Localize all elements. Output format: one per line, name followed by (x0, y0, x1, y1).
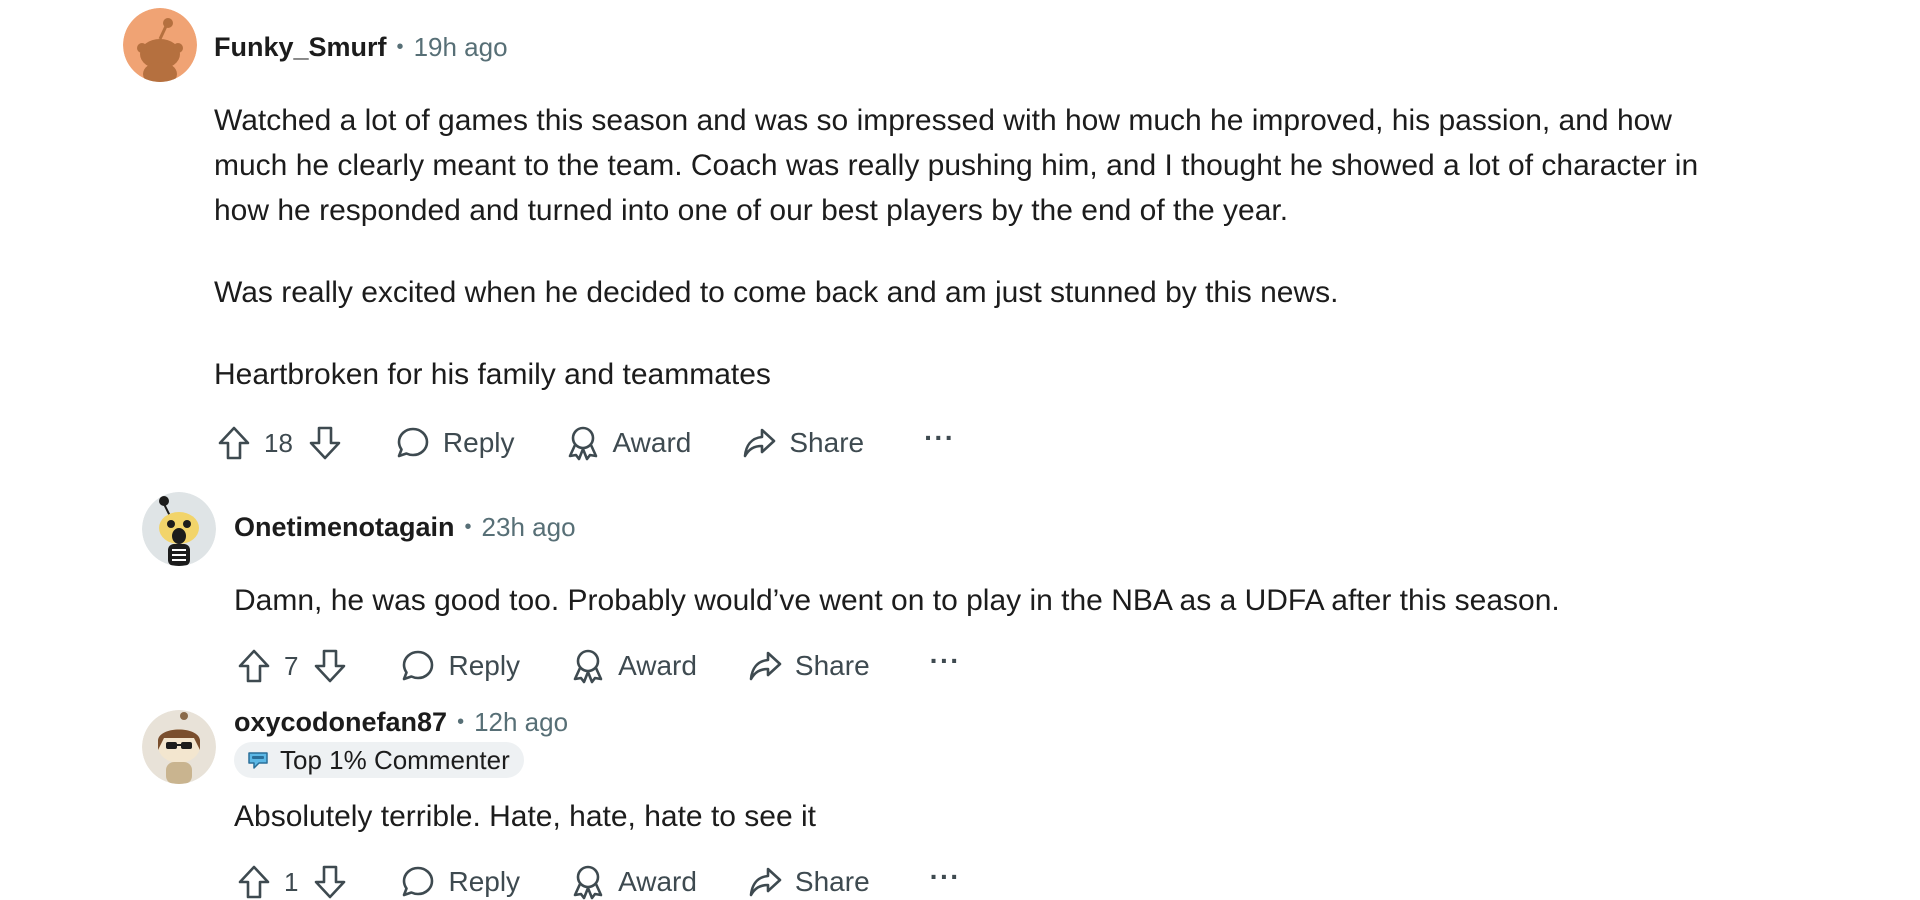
award-button[interactable]: Award (565, 425, 692, 461)
timestamp[interactable]: 12h ago (474, 707, 568, 738)
share-arrow-icon (744, 428, 776, 458)
username[interactable]: Funky_Smurf (214, 32, 387, 63)
avatar[interactable] (142, 492, 216, 566)
speech-bubble-icon (397, 427, 429, 458)
comment-paragraph: Watched a lot of games this season and w… (214, 104, 1699, 227)
more-options-button[interactable]: ··· (924, 424, 955, 458)
avatar[interactable] (123, 8, 197, 82)
upvote-arrow-icon (218, 426, 250, 460)
comment-paragraph: Heartbroken for his family and teammates (214, 358, 771, 391)
downvote-button[interactable] (305, 423, 345, 463)
comment-paragraph: Absolutely terrible. Hate, hate, hate to… (234, 800, 816, 833)
award-ribbon-icon (573, 649, 603, 684)
comment-actions: 1 Reply Award Share ··· (234, 858, 961, 900)
comment-header: oxycodonefan87 • 12h ago (234, 704, 568, 740)
award-button[interactable]: Award (570, 648, 697, 684)
upvote-arrow-icon (238, 649, 270, 683)
downvote-arrow-icon (315, 865, 346, 899)
avatar[interactable] (142, 710, 216, 784)
more-options-button[interactable]: ··· (930, 647, 961, 681)
downvote-button[interactable] (310, 646, 350, 686)
vote-controls: 18 (214, 423, 345, 463)
upvote-button[interactable] (234, 646, 274, 686)
vote-controls: 7 (234, 646, 350, 686)
reply-label: Reply (442, 427, 515, 458)
username[interactable]: oxycodonefan87 (234, 707, 447, 738)
separator: • (464, 515, 472, 538)
award-label: Award (618, 866, 697, 897)
reply-label: Reply (448, 650, 521, 681)
award-ribbon-icon (573, 865, 603, 900)
share-button[interactable]: Share (741, 425, 864, 461)
share-button[interactable]: Share (747, 648, 870, 684)
downvote-arrow-icon (309, 426, 341, 460)
more-options-button[interactable]: ··· (930, 863, 961, 897)
separator: • (396, 35, 404, 58)
vote-score: 1 (284, 866, 299, 897)
snoo-skeleton-avatar-icon (142, 492, 216, 566)
separator: • (457, 710, 465, 733)
reply-button[interactable]: Reply (400, 648, 520, 684)
share-arrow-icon (749, 651, 782, 681)
reply-label: Reply (448, 866, 521, 897)
snoo-orange-avatar-icon (123, 8, 197, 82)
comment-actions: 18 Reply Award Share ··· (214, 419, 955, 467)
comment-body: Absolutely terrible. Hate, hate, hate to… (234, 794, 1754, 839)
comment-header: Onetimenotagain • 23h ago (234, 509, 576, 545)
share-label: Share (789, 427, 865, 458)
upvote-button[interactable] (234, 862, 274, 900)
share-arrow-icon (749, 867, 782, 897)
share-label: Share (794, 866, 870, 897)
upvote-button[interactable] (214, 423, 254, 463)
comment-header: Funky_Smurf • 19h ago (214, 29, 508, 65)
timestamp[interactable]: 23h ago (482, 512, 576, 543)
comment-paragraph: Damn, he was good too. Probably would’ve… (234, 584, 1560, 617)
comment-body: Damn, he was good too. Probably would’ve… (234, 578, 1754, 623)
vote-controls: 1 (234, 862, 350, 900)
comment-paragraph: Was really excited when he decided to co… (214, 276, 1339, 309)
username[interactable]: Onetimenotagain (234, 512, 455, 543)
downvote-arrow-icon (315, 649, 346, 683)
award-label: Award (618, 650, 697, 681)
snoo-sunglasses-avatar-icon (142, 710, 216, 784)
speech-bubble-icon (403, 866, 434, 897)
comment-body: Watched a lot of games this season and w… (214, 98, 1734, 397)
comment-thread: Funky_Smurf • 19h ago Watched a lot of g… (0, 0, 1920, 900)
vote-score: 7 (284, 650, 299, 681)
award-label: Award (612, 427, 692, 458)
share-label: Share (794, 650, 870, 681)
share-button[interactable]: Share (747, 864, 870, 900)
downvote-button[interactable] (310, 862, 350, 900)
timestamp[interactable]: 19h ago (414, 32, 508, 63)
upvote-arrow-icon (238, 865, 270, 899)
award-ribbon-icon (568, 426, 597, 461)
comment-actions: 7 Reply Award Share ··· (234, 642, 961, 690)
award-button[interactable]: Award (570, 864, 697, 900)
badge-label: Top 1% Commenter (280, 744, 510, 775)
reply-button[interactable]: Reply (400, 864, 520, 900)
reply-button[interactable]: Reply (395, 425, 515, 461)
speech-bubble-icon (403, 650, 434, 681)
vote-score: 18 (264, 427, 293, 458)
top-commenter-badge[interactable]: Top 1% Commenter (234, 742, 524, 778)
commenter-badge-icon (248, 752, 268, 769)
